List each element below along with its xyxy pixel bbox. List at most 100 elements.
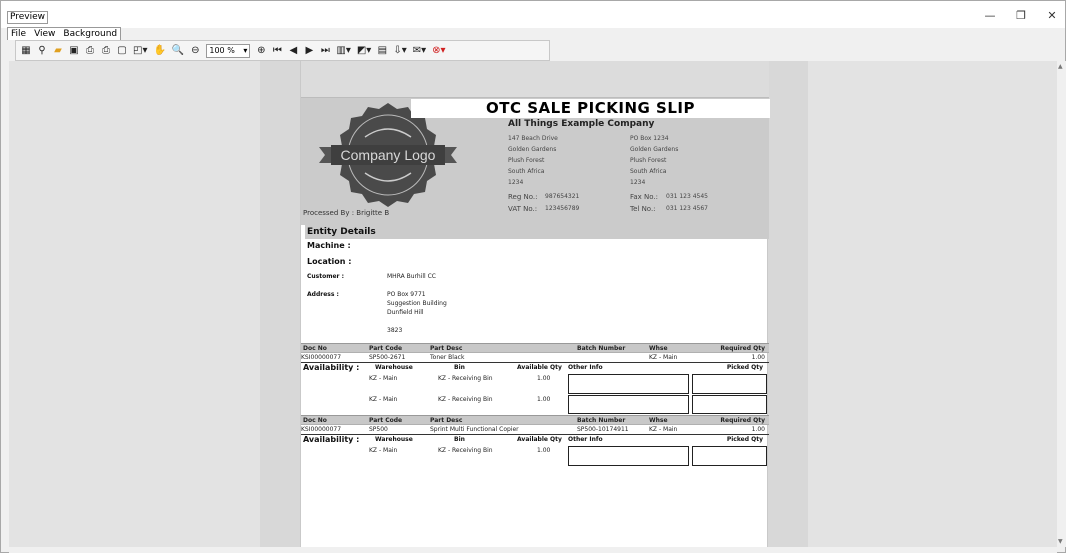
avail-col-picked: Picked Qty — [726, 364, 763, 371]
close-button[interactable]: ✕ — [1044, 10, 1060, 22]
col-batch-number: Batch Number — [577, 345, 626, 352]
col-required-qty: Required Qty — [720, 417, 765, 424]
tel-label: Tel No.: — [630, 205, 656, 213]
hand-tool-icon[interactable]: ✋ — [153, 44, 165, 58]
zoom-out-icon[interactable]: ⊖ — [190, 44, 200, 58]
scroll-up-icon[interactable]: ▲ — [1058, 63, 1063, 70]
vat-value: 123456789 — [545, 205, 580, 212]
title-bar: Preview — ❐ ✕ — [1, 1, 1065, 28]
picked-qty-field[interactable] — [692, 374, 767, 394]
find-icon[interactable]: ⚲ — [37, 44, 47, 58]
avail-bin: KZ - Receiving Bin — [438, 375, 493, 382]
doc-no: KSI00000077 — [301, 354, 342, 361]
whse: KZ - Main — [649, 426, 678, 433]
availability-label: Availability : — [303, 435, 360, 444]
quick-print-icon[interactable]: ⎙ — [101, 44, 111, 58]
company-name: All Things Example Company — [508, 119, 655, 129]
machine-label: Machine : — [307, 241, 351, 250]
thumbnails-icon[interactable]: ▦ — [21, 44, 31, 58]
page-top-margin — [301, 61, 769, 98]
address-label: Address : — [307, 291, 339, 298]
other-info-field[interactable] — [568, 446, 689, 466]
minimize-button[interactable]: — — [982, 10, 998, 22]
menu-view[interactable]: View — [34, 28, 55, 40]
avail-bin: KZ - Receiving Bin — [438, 396, 493, 403]
postal-address: PO Box 1234 Golden Gardens Plush Forest … — [630, 133, 678, 188]
doc-no: KSI00000077 — [301, 426, 342, 433]
processed-by: Processed By : Brigitte B — [303, 209, 390, 217]
address-line: 3823 — [387, 327, 403, 334]
zoom-in-icon[interactable]: ⊕ — [256, 44, 266, 58]
other-info-field[interactable] — [568, 374, 689, 394]
fax-value: 031 123 4545 — [666, 193, 708, 200]
address-line: South Africa — [508, 168, 545, 175]
restore-button[interactable]: ❐ — [1013, 10, 1029, 22]
address-line — [387, 317, 447, 326]
avail-qty: 1.00 — [537, 375, 551, 382]
magnifier-icon[interactable]: 🔍 — [172, 44, 184, 58]
zoom-value: 100 % — [209, 46, 235, 55]
picked-qty-field[interactable] — [692, 395, 767, 414]
part-code: SP500-2671 — [369, 354, 406, 361]
horizontal-scrollbar[interactable] — [9, 547, 1057, 553]
address-line: Dunfield Hill — [387, 309, 424, 316]
preview-area: Company Logo OTC SALE PICKING SLIP All T… — [9, 61, 1057, 547]
watermark-icon[interactable]: ▤ — [377, 44, 387, 58]
open-folder-icon[interactable]: ▰ — [53, 44, 63, 58]
col-doc-no: Doc No — [303, 417, 327, 424]
vat-label: VAT No.: — [508, 205, 538, 213]
report-page: Company Logo OTC SALE PICKING SLIP All T… — [300, 61, 770, 547]
page-canvas: Company Logo OTC SALE PICKING SLIP All T… — [260, 61, 808, 547]
menu-background[interactable]: Background — [63, 28, 117, 40]
export-icon[interactable]: ⇩▾ — [393, 44, 406, 58]
avail-warehouse: KZ - Main — [369, 396, 398, 403]
scale-icon[interactable]: ◰▾ — [133, 44, 147, 58]
part-desc: Toner Black — [430, 354, 465, 361]
avail-col-bin: Bin — [454, 436, 465, 443]
page-setup-icon[interactable]: ▢ — [117, 44, 127, 58]
scroll-down-icon[interactable]: ▼ — [1058, 538, 1063, 545]
avail-col-bin: Bin — [454, 364, 465, 371]
multiple-pages-icon[interactable]: ▥▾ — [336, 44, 350, 58]
send-email-icon[interactable]: ✉▾ — [413, 44, 426, 58]
address-line: 1234 — [508, 179, 524, 186]
zoom-select[interactable]: 100 % ▾ — [206, 43, 251, 58]
save-icon[interactable]: ▣ — [69, 44, 79, 58]
print-icon[interactable]: ⎙ — [85, 44, 95, 58]
first-page-icon[interactable]: ⏮ — [272, 44, 282, 58]
col-batch-number: Batch Number — [577, 417, 626, 424]
location-label: Location : — [307, 257, 352, 266]
avail-warehouse: KZ - Main — [369, 375, 398, 382]
table-row: KSI00000077 SP500-2671 Toner Black KZ - … — [301, 352, 769, 361]
picked-qty-field[interactable] — [692, 446, 767, 466]
avail-qty: 1.00 — [537, 447, 551, 454]
divider — [301, 434, 769, 435]
previous-page-icon[interactable]: ◀ — [288, 44, 298, 58]
toolbar: ▦ ⚲ ▰ ▣ ⎙ ⎙ ▢ ◰▾ ✋ 🔍 ⊖ 100 % ▾ ⊕ ⏮ ◀ ▶ ⏭ … — [15, 40, 550, 61]
address-line: PO Box 1234 — [630, 135, 669, 142]
address-line: 1234 — [630, 179, 646, 186]
last-page-icon[interactable]: ⏭ — [320, 44, 330, 58]
other-info-field[interactable] — [568, 395, 689, 414]
address-line: PO Box 9771 — [387, 291, 426, 298]
avail-col-other-info: Other Info — [568, 436, 603, 443]
avail-warehouse: KZ - Main — [369, 447, 398, 454]
required-qty: 1.00 — [751, 354, 765, 361]
table-row: KSI00000077 SP500 Sprint Multi Functiona… — [301, 424, 769, 433]
vertical-scrollbar[interactable]: ▲ ▼ — [1057, 61, 1066, 547]
customer-value: MHRA Burhill CC — [387, 273, 436, 280]
window-title: Preview — [7, 11, 49, 24]
menu-file[interactable]: File — [11, 28, 26, 40]
close-preview-icon[interactable]: ⊗▾ — [432, 44, 445, 58]
avail-bin: KZ - Receiving Bin — [438, 447, 493, 454]
next-page-icon[interactable]: ▶ — [304, 44, 314, 58]
avail-qty: 1.00 — [537, 396, 551, 403]
col-whse: Whse — [649, 345, 668, 352]
chevron-down-icon: ▾ — [243, 46, 248, 55]
avail-col-picked: Picked Qty — [726, 436, 763, 443]
col-required-qty: Required Qty — [720, 345, 765, 352]
col-part-desc: Part Desc — [430, 417, 463, 424]
table-header: Doc No Part Code Part Desc Batch Number … — [301, 415, 769, 424]
background-color-icon[interactable]: ◩▾ — [357, 44, 371, 58]
preview-window: Preview — ❐ ✕ File View Background ▦ ⚲ ▰… — [0, 0, 1066, 553]
